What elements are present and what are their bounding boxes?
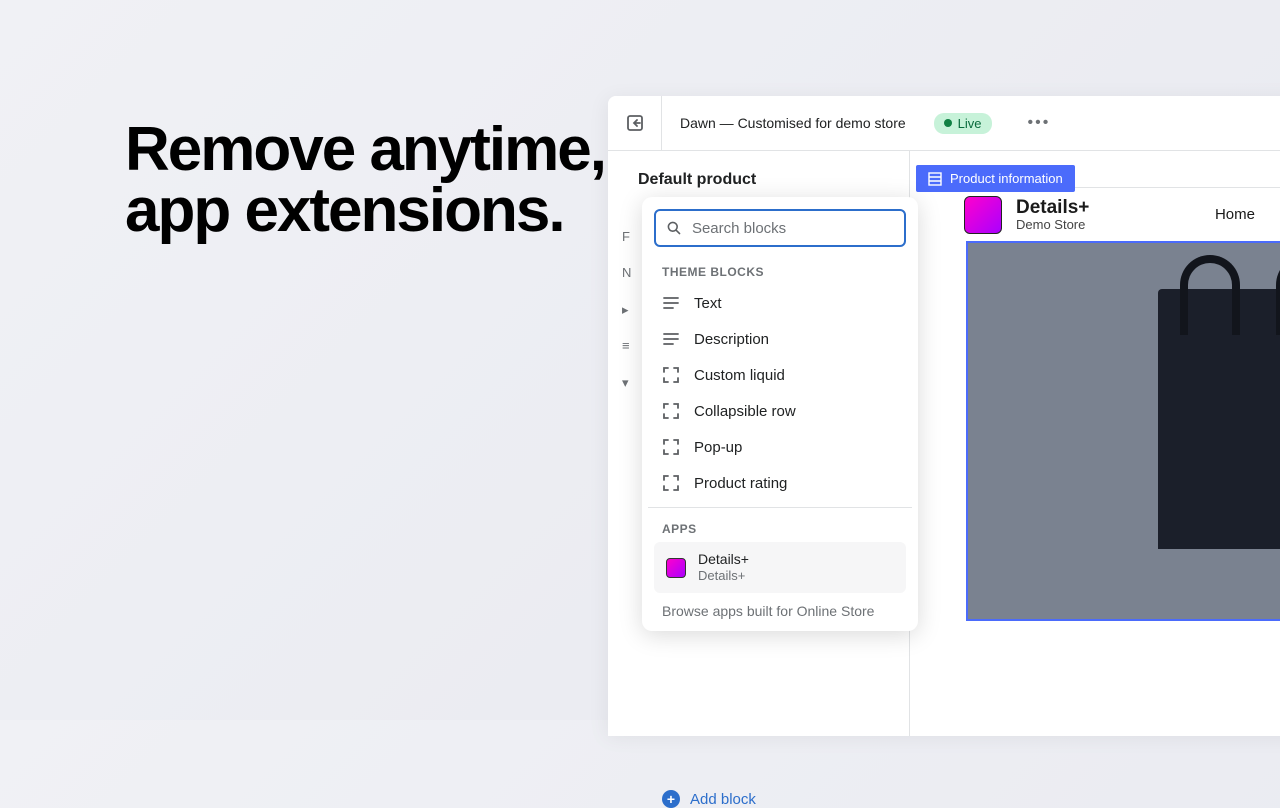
product-information-tag[interactable]: Product information bbox=[916, 165, 1075, 192]
block-product-rating[interactable]: Product rating bbox=[648, 465, 912, 501]
divider bbox=[648, 507, 912, 508]
exit-icon bbox=[625, 113, 645, 133]
block-label: Text bbox=[694, 295, 722, 312]
add-block-label: Add block bbox=[690, 791, 756, 808]
plus-circle-icon: + bbox=[662, 790, 680, 808]
search-icon bbox=[666, 219, 682, 237]
editor-sidebar: Default product FN▸≡▾ THEME BLOCKS Text … bbox=[608, 151, 910, 736]
store-header: Details+ Demo Store Home Catal bbox=[930, 187, 1280, 241]
block-collapsible-row[interactable]: Collapsible row bbox=[648, 393, 912, 429]
section-icon bbox=[928, 172, 942, 186]
block-custom-liquid[interactable]: Custom liquid bbox=[648, 357, 912, 393]
section-title: Default product bbox=[608, 171, 909, 195]
editor-topbar: Dawn — Customised for demo store Live ••… bbox=[608, 96, 1280, 151]
store-nav: Home Catal bbox=[1215, 206, 1280, 223]
bag-illustration: Storeprop bbox=[1158, 289, 1280, 549]
block-label: Pop-up bbox=[694, 439, 742, 456]
app-title: Details+ bbox=[698, 550, 749, 568]
pi-label: Product information bbox=[950, 171, 1063, 186]
live-badge: Live bbox=[934, 113, 992, 134]
app-details-plus[interactable]: Details+ Details+ bbox=[654, 542, 906, 593]
app-subtitle: Details+ bbox=[698, 568, 749, 585]
block-label: Product rating bbox=[694, 475, 787, 492]
back-button[interactable] bbox=[608, 96, 662, 151]
store-title: Details+ bbox=[1016, 198, 1089, 217]
theme-preview: Product information Details+ Demo Store … bbox=[910, 151, 1280, 736]
text-lines-icon bbox=[662, 330, 680, 348]
theme-blocks-heading: THEME BLOCKS bbox=[648, 257, 912, 285]
product-image: Storeprop bbox=[966, 241, 1280, 621]
block-label: Description bbox=[694, 331, 769, 348]
bag-handle-right bbox=[1276, 255, 1280, 335]
bag-handle-left bbox=[1180, 255, 1240, 335]
frame-corners-icon bbox=[662, 474, 680, 492]
search-blocks-input[interactable] bbox=[692, 220, 894, 237]
store-logo-icon bbox=[964, 196, 1002, 234]
frame-corners-icon bbox=[662, 438, 680, 456]
frame-corners-icon bbox=[662, 402, 680, 420]
block-label: Collapsible row bbox=[694, 403, 796, 420]
add-block-button[interactable]: + Add block bbox=[662, 790, 756, 808]
store-subtitle: Demo Store bbox=[1016, 217, 1089, 232]
block-text[interactable]: Text bbox=[648, 285, 912, 321]
block-picker-popover: THEME BLOCKS Text Description Custom liq… bbox=[642, 197, 918, 631]
nav-home[interactable]: Home bbox=[1215, 206, 1255, 223]
apps-heading: APPS bbox=[648, 514, 912, 542]
theme-editor-window: Dawn — Customised for demo store Live ••… bbox=[608, 96, 1280, 736]
block-popup[interactable]: Pop-up bbox=[648, 429, 912, 465]
tree-background: FN▸≡▾ bbox=[622, 219, 631, 401]
theme-title: Dawn — Customised for demo store bbox=[662, 115, 924, 131]
browse-apps-link[interactable]: Browse apps built for Online Store bbox=[648, 593, 912, 621]
app-logo-icon bbox=[666, 558, 686, 578]
frame-corners-icon bbox=[662, 366, 680, 384]
block-label: Custom liquid bbox=[694, 367, 785, 384]
block-description[interactable]: Description bbox=[648, 321, 912, 357]
editor-body: Default product FN▸≡▾ THEME BLOCKS Text … bbox=[608, 151, 1280, 736]
search-blocks-field[interactable] bbox=[654, 209, 906, 247]
text-lines-icon bbox=[662, 294, 680, 312]
more-menu-button[interactable]: ••• bbox=[1020, 110, 1059, 136]
